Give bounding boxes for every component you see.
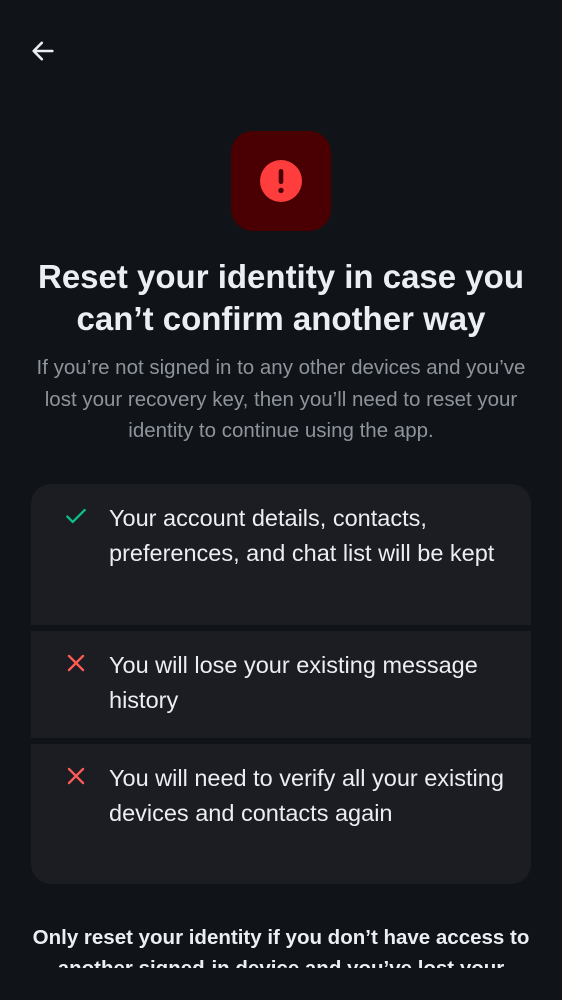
arrow-left-icon: [32, 41, 54, 61]
list-item-text: You will need to verify all your existin…: [109, 765, 504, 826]
back-button[interactable]: [20, 28, 66, 74]
close-icon: [67, 767, 85, 785]
hero-icon-container: [231, 131, 331, 231]
list-item-text: You will lose your existing message hist…: [109, 652, 478, 713]
list-item-text: Your account details, contacts, preferen…: [109, 505, 495, 566]
list-item: You will need to verify all your existin…: [31, 744, 531, 884]
list-item: You will lose your existing message hist…: [31, 631, 531, 738]
list-item: Your account details, contacts, preferen…: [31, 484, 531, 625]
page-subtitle: If you’re not signed in to any other dev…: [36, 356, 526, 442]
footer-warning-text: Only reset your identity if you don’t ha…: [32, 926, 530, 968]
check-icon: [66, 508, 86, 524]
page-title: Reset your identity in case you can’t co…: [38, 258, 524, 337]
close-icon: [67, 654, 85, 672]
error-circle-icon: [260, 160, 302, 202]
consequences-list: Your account details, contacts, preferen…: [31, 484, 531, 884]
